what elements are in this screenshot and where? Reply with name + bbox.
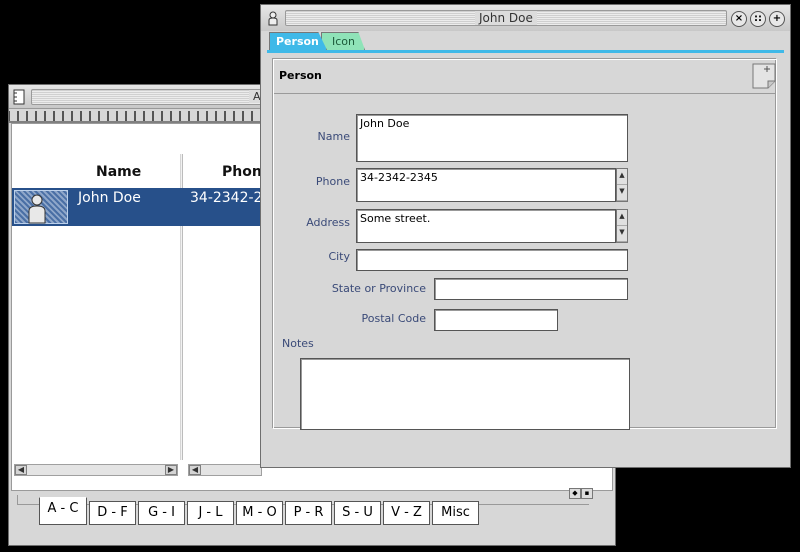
scroll-down-icon[interactable]: ▼	[617, 185, 627, 201]
city-label: City	[328, 250, 350, 263]
contact-phone-cell: 34-2342-2	[190, 190, 263, 206]
tab-g-i[interactable]: G - I	[138, 501, 185, 525]
scroll-up-icon[interactable]: ▲	[617, 169, 627, 185]
tab-person[interactable]: Person	[269, 32, 327, 50]
postal-field[interactable]	[434, 309, 558, 331]
tab-j-l[interactable]: J - L	[187, 501, 234, 525]
name-field[interactable]: John Doe	[356, 114, 628, 162]
scroll-down-icon[interactable]: ▼	[617, 226, 627, 242]
scroll-left-icon[interactable]: ◀	[189, 465, 201, 475]
postal-label: Postal Code	[361, 312, 426, 325]
address-field[interactable]: Some street.	[356, 209, 616, 243]
name-label: Name	[317, 130, 350, 143]
notes-field[interactable]	[300, 358, 630, 430]
section-title: Person	[279, 69, 322, 82]
notes-label: Notes	[282, 337, 314, 350]
tab-v-z[interactable]: V - Z	[383, 501, 430, 525]
page-curl-icon[interactable]	[752, 63, 776, 89]
phone-column-scrollbar[interactable]: ◀	[188, 464, 262, 476]
phone-field[interactable]: 34-2342-2345	[356, 168, 616, 202]
tab-d-f[interactable]: D - F	[89, 501, 136, 525]
name-column-scrollbar[interactable]: ◀ ▶	[14, 464, 178, 476]
scroll-right-icon[interactable]: ▶	[165, 465, 177, 475]
phone-label: Phone	[315, 175, 350, 188]
contact-thumbnail	[14, 190, 68, 224]
state-field[interactable]	[434, 278, 628, 300]
maximize-icon[interactable]: +	[769, 11, 785, 27]
tab-misc[interactable]: Misc	[432, 501, 479, 525]
app-icon	[13, 89, 25, 105]
scroll-left-icon[interactable]: ◀	[15, 465, 27, 475]
close-icon[interactable]: ×	[731, 11, 747, 27]
minimize-icon[interactable]: ::	[750, 11, 766, 27]
tab-s-u[interactable]: S - U	[334, 501, 381, 525]
tab-icon[interactable]: Icon	[321, 32, 365, 50]
panel-header: Person	[274, 60, 776, 94]
city-field[interactable]	[356, 249, 628, 271]
person-icon	[28, 194, 46, 224]
tab-m-o[interactable]: M - O	[236, 501, 283, 525]
phone-scroll[interactable]: ▲ ▼	[616, 168, 628, 202]
state-label: State or Province	[331, 282, 426, 295]
tab-a-c[interactable]: A - C	[39, 497, 87, 525]
contact-editor-titlebar[interactable]: John Doe × :: +	[261, 5, 790, 31]
tab-underline	[267, 50, 784, 53]
contact-name-cell: John Doe	[78, 190, 141, 206]
address-label: Address	[306, 216, 350, 229]
address-scroll[interactable]: ▲ ▼	[616, 209, 628, 243]
column-separator-lower	[180, 226, 183, 460]
column-header-name[interactable]: Name	[96, 164, 141, 180]
window-title: John Doe	[475, 11, 537, 25]
tab-p-r[interactable]: P - R	[285, 501, 332, 525]
contact-editor-window: John Doe × :: + Icon Person Person Name …	[260, 4, 791, 468]
scroll-up-icon[interactable]: ▲	[617, 210, 627, 226]
app-icon	[268, 11, 278, 26]
person-panel: Person Name John Doe Phone 34-2342-2345 …	[273, 59, 777, 430]
